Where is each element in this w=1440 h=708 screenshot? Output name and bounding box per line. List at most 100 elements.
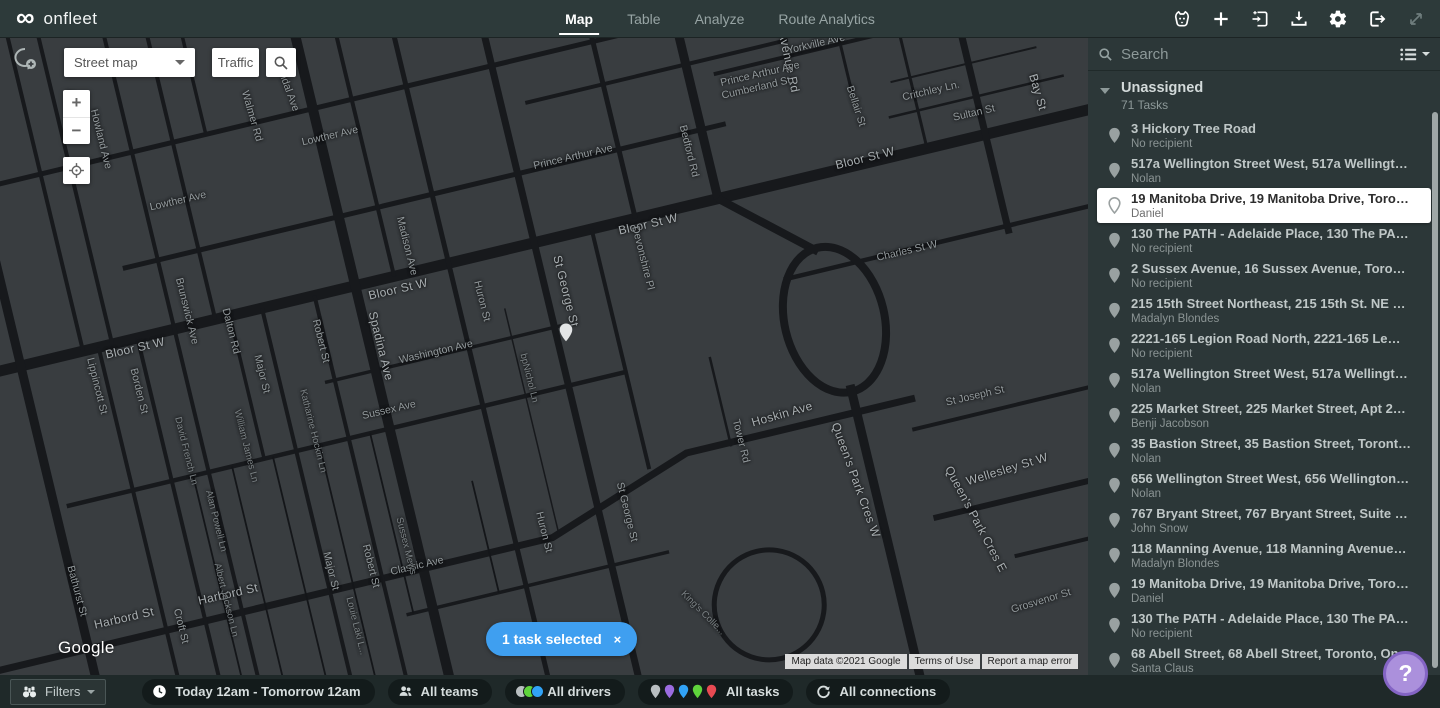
onfleet-infinity-icon: ∞ <box>16 7 35 27</box>
map-type-value: Street map <box>74 55 138 70</box>
onfleet-logo-text: onfleet <box>44 9 98 29</box>
collapse-caret-icon[interactable] <box>1100 88 1110 94</box>
attribution-link[interactable]: Terms of Use <box>909 654 980 669</box>
task-recipient: Madalyn Blondes <box>1131 557 1406 571</box>
task-group-header[interactable]: Unassigned 71 Tasks <box>1088 71 1440 118</box>
task-pin-icon <box>1108 652 1121 669</box>
task-list-item[interactable]: 19 Manitoba Drive, 19 Manitoba Drive, To… <box>1097 188 1431 223</box>
task-list-item[interactable]: 130 The PATH - Adelaide Place, 130 The P… <box>1088 223 1440 258</box>
chevron-down-icon <box>175 60 185 65</box>
task-recipient: Nolan <box>1131 172 1408 186</box>
search-icon <box>1098 47 1113 62</box>
resize-icon[interactable] <box>1406 9 1426 29</box>
map-type-dropdown[interactable]: Street map <box>64 48 195 77</box>
tab-map[interactable]: Map <box>565 0 593 38</box>
list-icon <box>1400 47 1417 62</box>
clear-selection-icon[interactable]: × <box>614 632 622 647</box>
courier-icon[interactable] <box>1172 9 1192 29</box>
topbar-actions <box>1172 0 1426 38</box>
filter-pill-all-drivers[interactable]: All drivers <box>505 679 625 705</box>
task-list-item[interactable]: 118 Manning Avenue, 118 Manning Avenue… … <box>1088 538 1440 573</box>
filter-pill-all-connections[interactable]: All connections <box>806 679 950 705</box>
map-search-button[interactable] <box>266 48 296 77</box>
task-list-item[interactable]: 517a Wellington Street West, 517a Wellin… <box>1088 153 1440 188</box>
task-list-item[interactable]: 225 Market Street, 225 Market Street, Ap… <box>1088 398 1440 433</box>
task-title: 656 Wellington Street West, 656 Wellingt… <box>1131 471 1409 487</box>
task-map-pin[interactable] <box>559 323 574 348</box>
task-title: 215 15th Street Northeast, 215 15th St. … <box>1131 296 1406 312</box>
filter-pill-all-tasks[interactable]: All tasks <box>638 679 793 705</box>
filters-button[interactable]: Filters <box>10 679 106 705</box>
filter-bar: Filters Today 12am - Tomorrow 12am All te… <box>0 675 1440 708</box>
chevron-down-icon <box>1422 52 1430 56</box>
filter-pills: Today 12am - Tomorrow 12am All teams All d… <box>142 679 950 705</box>
task-recipient: No recipient <box>1131 242 1409 256</box>
task-list-item[interactable]: 517a Wellington Street West, 517a Wellin… <box>1088 363 1440 398</box>
zoom-out-button[interactable]: − <box>63 118 90 145</box>
nav-tabs: Map Table Analyze Route Analytics <box>565 0 875 38</box>
locate-me-button[interactable] <box>63 157 90 184</box>
task-recipient: Nolan <box>1131 452 1411 466</box>
onfleet-logo[interactable]: ∞ onfleet <box>16 9 97 29</box>
sidebar-scrollbar[interactable] <box>1432 112 1438 668</box>
selection-pill-text: 1 task selected <box>502 631 602 647</box>
task-list-item[interactable]: 2 Sussex Avenue, 16 Sussex Avenue, Toro…… <box>1088 258 1440 293</box>
task-title: 517a Wellington Street West, 517a Wellin… <box>1131 156 1408 172</box>
task-recipient: No recipient <box>1131 627 1409 641</box>
chevron-down-icon <box>87 690 95 694</box>
search-icon <box>273 55 289 71</box>
attribution-link[interactable]: Map data ©2021 Google <box>785 654 906 669</box>
teams-icon <box>398 684 413 699</box>
map-attribution: Map data ©2021 GoogleTerms of UseReport … <box>785 654 1078 669</box>
search-input[interactable] <box>1121 46 1400 63</box>
tab-route-analytics[interactable]: Route Analytics <box>778 0 875 38</box>
zoom-in-button[interactable]: + <box>63 90 90 118</box>
task-recipient: No recipient <box>1131 137 1256 151</box>
task-list-item[interactable]: 2221-165 Legion Road North, 2221-165 Le…… <box>1088 328 1440 363</box>
task-recipient: Santa Claus <box>1131 662 1412 676</box>
task-recipient: Nolan <box>1131 487 1409 501</box>
tasks-icon <box>648 684 718 699</box>
tab-analyze[interactable]: Analyze <box>695 0 745 38</box>
task-list-item[interactable]: 3 Hickory Tree Road No recipient <box>1088 118 1440 153</box>
chat-add-icon[interactable] <box>10 44 40 74</box>
settings-icon[interactable] <box>1328 9 1348 29</box>
task-pin-icon <box>1108 442 1121 459</box>
map-canvas[interactable]: Bloor St WBloor St WBloor St WBloor St W… <box>0 38 1088 675</box>
task-title: 130 The PATH - Adelaide Place, 130 The P… <box>1131 611 1409 627</box>
task-list-item[interactable]: 656 Wellington Street West, 656 Wellingt… <box>1088 468 1440 503</box>
help-button[interactable]: ? <box>1383 651 1428 696</box>
drivers-icon <box>515 685 539 698</box>
task-pin-icon <box>1108 197 1121 214</box>
create-task-icon[interactable] <box>1211 9 1231 29</box>
task-sidebar: Unassigned 71 Tasks 3 Hickory Tree Road … <box>1088 38 1440 675</box>
crosshair-icon <box>68 162 85 179</box>
task-pin-icon <box>1108 582 1121 599</box>
task-recipient: Nolan <box>1131 382 1408 396</box>
task-title: 517a Wellington Street West, 517a Wellin… <box>1131 366 1408 382</box>
export-icon[interactable] <box>1289 9 1309 29</box>
filter-pill-today-12am---tomorrow-12am[interactable]: Today 12am - Tomorrow 12am <box>142 679 374 705</box>
pill-label: All drivers <box>547 684 611 699</box>
logout-icon[interactable] <box>1367 9 1387 29</box>
traffic-button[interactable]: Traffic <box>212 48 259 77</box>
import-tasks-icon[interactable] <box>1250 9 1270 29</box>
task-list-item[interactable]: 215 15th Street Northeast, 215 15th St. … <box>1088 293 1440 328</box>
task-title: 2221-165 Legion Road North, 2221-165 Le… <box>1131 331 1400 347</box>
task-list-item[interactable]: 19 Manitoba Drive, 19 Manitoba Drive, To… <box>1088 573 1440 608</box>
task-list-item[interactable]: 130 The PATH - Adelaide Place, 130 The P… <box>1088 608 1440 643</box>
task-title: 2 Sussex Avenue, 16 Sussex Avenue, Toro… <box>1131 261 1406 277</box>
tab-table[interactable]: Table <box>627 0 660 38</box>
filter-pill-all-teams[interactable]: All teams <box>388 679 493 705</box>
task-list-item[interactable]: 35 Bastion Street, 35 Bastion Street, To… <box>1088 433 1440 468</box>
task-list: 3 Hickory Tree Road No recipient 517a We… <box>1088 118 1440 678</box>
filters-label: Filters <box>45 684 80 699</box>
attribution-link[interactable]: Report a map error <box>982 654 1078 669</box>
task-title: 767 Bryant Street, 767 Bryant Street, Su… <box>1131 506 1408 522</box>
task-list-item[interactable]: 767 Bryant Street, 767 Bryant Street, Su… <box>1088 503 1440 538</box>
task-pin-icon <box>1108 162 1121 179</box>
task-pin-icon <box>1108 337 1121 354</box>
sort-options-button[interactable] <box>1400 47 1430 62</box>
task-pin-icon <box>1108 302 1121 319</box>
task-recipient: No recipient <box>1131 347 1400 361</box>
